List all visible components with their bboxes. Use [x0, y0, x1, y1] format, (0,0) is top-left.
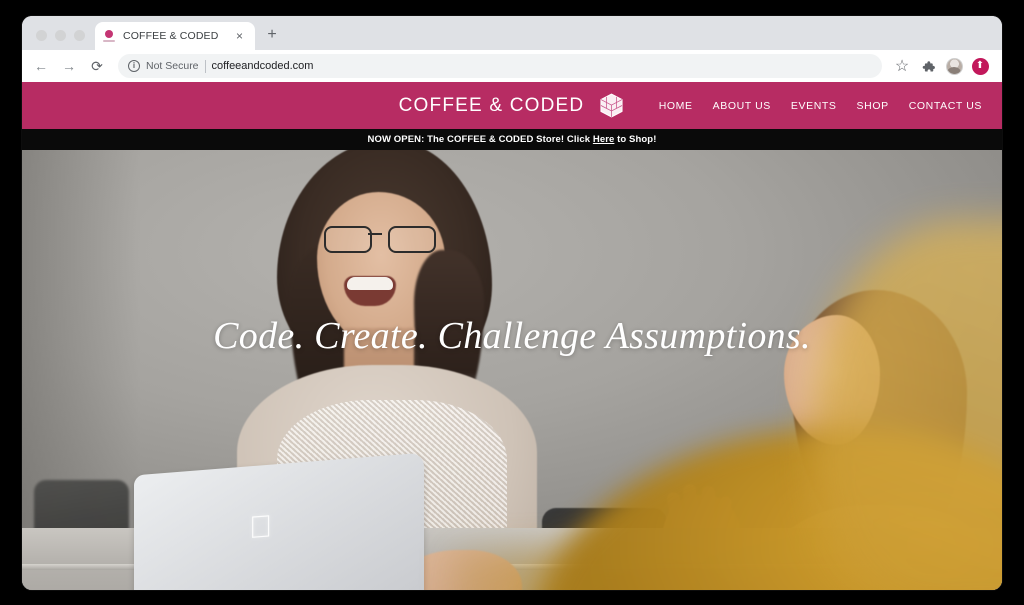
page-viewport: COFFEE & CODED HOME ABOUT US EVENTS SHOP…	[22, 82, 1002, 590]
nav-item-shop[interactable]: SHOP	[857, 100, 889, 112]
eyeglasses-bridge	[368, 233, 382, 235]
nav-item-events[interactable]: EVENTS	[791, 100, 837, 112]
maximize-window-button[interactable]	[74, 30, 85, 41]
tab-strip: COFFEE & CODED × +	[22, 16, 1002, 50]
browser-window: COFFEE & CODED × + ← → ⟳ i Not Secure co…	[22, 16, 1002, 590]
hero-headline: Code. Create. Challenge Assumptions.	[213, 315, 811, 357]
site-navigation: HOME ABOUT US EVENTS SHOP CONTACT US	[659, 100, 1002, 112]
announcement-link[interactable]: Here	[593, 134, 615, 145]
browser-toolbar: ← → ⟳ i Not Secure coffeeandcoded.com ☆ …	[22, 50, 1002, 82]
avatar	[945, 57, 963, 75]
arrow-up-icon: ⬆	[971, 57, 989, 75]
site-title[interactable]: COFFEE & CODED	[399, 95, 585, 117]
minimize-window-button[interactable]	[55, 30, 66, 41]
address-bar[interactable]: i Not Secure coffeeandcoded.com	[118, 54, 882, 78]
apple-logo-icon: 	[249, 508, 277, 546]
browser-tab[interactable]: COFFEE & CODED ×	[95, 22, 255, 50]
new-tab-button[interactable]: +	[259, 22, 285, 48]
announcement-text-after: to Shop!	[614, 134, 657, 145]
forward-icon[interactable]: →	[56, 53, 82, 79]
announcement-bar: NOW OPEN: The COFFEE & CODED Store! Clic…	[22, 129, 1002, 150]
announcement-text-before: NOW OPEN: The COFFEE & CODED Store! Clic…	[367, 134, 593, 145]
nav-item-about-us[interactable]: ABOUT US	[713, 100, 771, 112]
close-window-button[interactable]	[36, 30, 47, 41]
close-icon[interactable]: ×	[232, 29, 247, 44]
browser-action-icon[interactable]: ⬆	[968, 54, 992, 78]
nav-item-contact-us[interactable]: CONTACT US	[909, 100, 982, 112]
info-icon[interactable]: i	[128, 60, 140, 72]
security-status: Not Secure	[146, 60, 199, 72]
person-left-teeth	[347, 277, 393, 290]
profile-avatar[interactable]	[942, 54, 966, 78]
tab-title: COFFEE & CODED	[123, 30, 219, 42]
cube-logo-icon[interactable]	[598, 92, 625, 119]
reload-icon[interactable]: ⟳	[84, 53, 110, 79]
laptop-lid	[134, 452, 424, 590]
extensions-puzzle-icon[interactable]	[916, 54, 940, 78]
site-header: COFFEE & CODED HOME ABOUT US EVENTS SHOP…	[22, 82, 1002, 129]
back-icon[interactable]: ←	[28, 53, 54, 79]
bookmark-star-icon[interactable]: ☆	[890, 54, 914, 78]
divider	[204, 59, 206, 73]
coffee-cup-favicon-icon	[103, 29, 116, 43]
hero-section:  Code. Create. Challenge Assumptions.	[22, 150, 1002, 590]
announcement-text: NOW OPEN: The COFFEE & CODED Store! Clic…	[368, 134, 657, 145]
window-controls	[30, 30, 95, 50]
nav-item-home[interactable]: HOME	[659, 100, 693, 112]
url-text: coffeeandcoded.com	[211, 60, 314, 72]
eyeglasses-icon	[322, 226, 438, 253]
